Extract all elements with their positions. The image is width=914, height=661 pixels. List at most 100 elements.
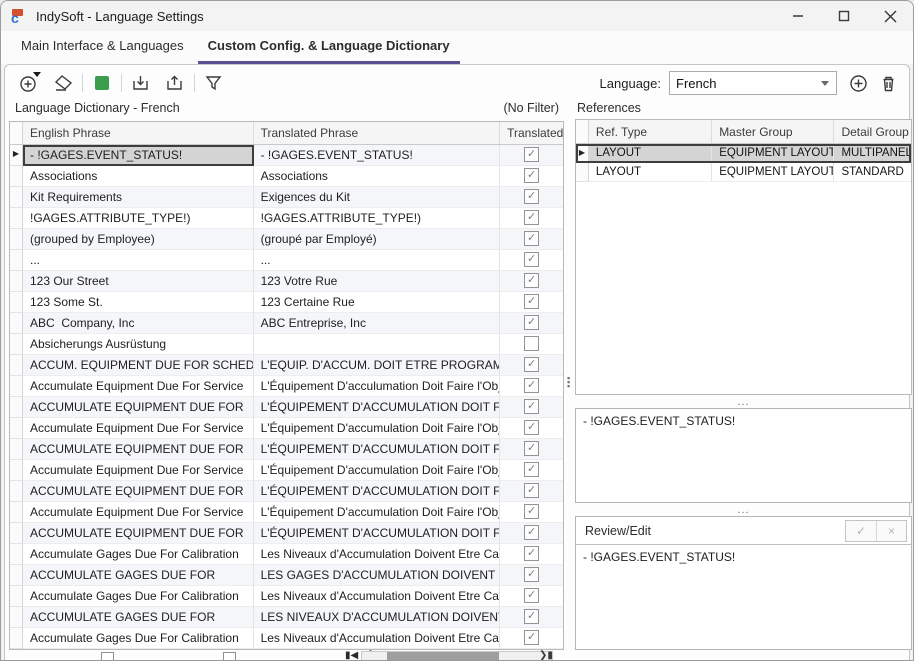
translated-phrase-cell[interactable]: (groupé par Employé) <box>254 229 501 250</box>
english-phrase-cell[interactable]: ACCUMULATE GAGES DUE FOR <box>23 607 254 628</box>
dictionary-row[interactable]: ABC Company, IncABC Entreprise, Inc✓ <box>10 313 563 334</box>
horizontal-splitter-bottom[interactable]: ... <box>575 503 912 516</box>
translated-checkbox[interactable]: ✓ <box>524 609 539 624</box>
translated-checkbox[interactable]: ✓ <box>524 378 539 393</box>
master-group-cell[interactable]: EQUIPMENT LAYOUTS <box>712 144 834 163</box>
filter-button[interactable] <box>202 71 226 95</box>
english-phrase-cell[interactable]: ACCUMULATE EQUIPMENT DUE FOR <box>23 523 254 544</box>
english-phrase-cell[interactable]: ... <box>23 250 254 271</box>
translated-phrase-cell[interactable]: !GAGES.ATTRIBUTE_TYPE!) <box>254 208 501 229</box>
dictionary-row[interactable]: Accumulate Gages Due For CalibrationLes … <box>10 586 563 607</box>
english-phrase-cell[interactable]: 123 Some St. <box>23 292 254 313</box>
translated-checkbox[interactable]: ✓ <box>524 525 539 540</box>
export-button[interactable] <box>163 71 187 95</box>
ref-type-cell[interactable]: LAYOUT <box>589 144 712 163</box>
review-accept-button[interactable]: ✓ <box>846 521 876 541</box>
dictionary-row[interactable]: Accumulate Gages Due For CalibrationLes … <box>10 544 563 565</box>
add-record-button[interactable] <box>17 71 41 95</box>
scroll-right-icon[interactable]: ❯▮ <box>539 650 553 660</box>
english-phrase-cell[interactable]: ABC Company, Inc <box>23 313 254 334</box>
translated-checkbox[interactable]: ✓ <box>524 399 539 414</box>
translated-checkbox[interactable]: ✓ <box>524 462 539 477</box>
vertical-splitter[interactable]: ▪▪▪ <box>565 121 575 651</box>
translated-phrase-cell[interactable]: L'ÉQUIPEMENT D'ACCUMULATION DOIT FAIRE L… <box>254 397 501 418</box>
tab-main-interface[interactable]: Main Interface & Languages <box>11 31 194 64</box>
english-phrase-cell[interactable]: Accumulate Gages Due For Calibration <box>23 628 254 649</box>
dictionary-row[interactable]: !GAGES.ATTRIBUTE_TYPE!)!GAGES.ATTRIBUTE_… <box>10 208 563 229</box>
english-phrase-cell[interactable]: Accumulate Gages Due For Calibration <box>23 586 254 607</box>
translated-checkbox[interactable]: ✓ <box>524 630 539 645</box>
translated-checkbox[interactable] <box>524 336 539 351</box>
dictionary-row[interactable]: ACCUMULATE EQUIPMENT DUE FORL'ÉQUIPEMENT… <box>10 523 563 544</box>
translated-phrase-cell[interactable]: - !GAGES.EVENT_STATUS! <box>254 145 501 166</box>
ref-type-cell[interactable]: LAYOUT <box>589 163 712 182</box>
tab-custom-config[interactable]: Custom Config. & Language Dictionary <box>198 31 460 64</box>
column-header-ref-type[interactable]: Ref. Type <box>589 120 712 143</box>
translated-phrase-cell[interactable]: L'ÉQUIPEMENT D'ACCUMULATION DOIT FAIRE L… <box>254 481 501 502</box>
column-header-english[interactable]: English Phrase <box>23 122 254 144</box>
english-phrase-cell[interactable]: - !GAGES.EVENT_STATUS! <box>23 145 254 166</box>
translated-checkbox[interactable]: ✓ <box>524 294 539 309</box>
dictionary-row[interactable]: 123 Our Street123 Votre Rue✓ <box>10 271 563 292</box>
translated-phrase-cell[interactable]: 123 Votre Rue <box>254 271 501 292</box>
eraser-button[interactable] <box>51 71 75 95</box>
translated-checkbox[interactable]: ✓ <box>524 546 539 561</box>
dictionary-row[interactable]: Accumulate Equipment Due For ServiceL'Éq… <box>10 460 563 481</box>
minimize-button[interactable] <box>775 1 821 31</box>
reference-row[interactable]: ▶LAYOUTEQUIPMENT LAYOUTSMULTIPANEL- <box>576 144 911 163</box>
translated-checkbox[interactable]: ✓ <box>524 420 539 435</box>
english-phrase-cell[interactable]: ACCUMULATE EQUIPMENT DUE FOR <box>23 481 254 502</box>
dictionary-row[interactable]: ACCUMULATE EQUIPMENT DUE FORL'ÉQUIPEMENT… <box>10 481 563 502</box>
dictionary-row[interactable]: ▶- !GAGES.EVENT_STATUS!- !GAGES.EVENT_ST… <box>10 145 563 166</box>
dictionary-row[interactable]: ACCUMULATE EQUIPMENT DUE FORL'ÉQUIPEMENT… <box>10 397 563 418</box>
master-group-cell[interactable]: EQUIPMENT LAYOUTS <box>712 163 834 182</box>
translated-phrase-cell[interactable]: LES NIVEAUX D'ACCUMULATION DOIVENT ETRE <box>254 607 501 628</box>
translated-phrase-cell[interactable]: L'EQUIP. D'ACCUM. DOIT ETRE PROGRAMMÉ <box>254 355 501 376</box>
reference-row[interactable]: LAYOUTEQUIPMENT LAYOUTSSTANDARD <box>576 163 911 182</box>
filter-row-checkbox[interactable] <box>101 652 114 660</box>
translated-checkbox[interactable]: ✓ <box>524 315 539 330</box>
close-button[interactable] <box>867 1 913 31</box>
translated-phrase-cell[interactable]: L'ÉQUIPEMENT D'ACCUMULATION DOIT FAIRE L… <box>254 439 501 460</box>
english-phrase-cell[interactable]: Accumulate Equipment Due For Service <box>23 502 254 523</box>
english-phrase-cell[interactable]: (grouped by Employee) <box>23 229 254 250</box>
english-phrase-cell[interactable]: Accumulate Equipment Due For Service <box>23 460 254 481</box>
filter-row-checkbox[interactable] <box>223 652 236 660</box>
review-cancel-button[interactable]: × <box>876 521 906 541</box>
filter-status[interactable]: (No Filter) <box>503 101 563 121</box>
translated-phrase-cell[interactable]: Les Niveaux d'Accumulation Doivent Etre … <box>254 586 501 607</box>
translated-phrase-cell[interactable]: L'Équipement D'accumulation Doit Faire l… <box>254 418 501 439</box>
translated-checkbox[interactable]: ✓ <box>524 210 539 225</box>
add-record-dropdown-icon[interactable] <box>33 72 41 77</box>
column-header-translated[interactable]: Translated <box>500 122 563 144</box>
dictionary-row[interactable]: ACCUMULATE GAGES DUE FORLES NIVEAUX D'AC… <box>10 607 563 628</box>
english-phrase-cell[interactable]: !GAGES.ATTRIBUTE_TYPE!) <box>23 208 254 229</box>
horizontal-scrollbar-thumb[interactable] <box>387 652 499 660</box>
english-phrase-cell[interactable]: ACCUMULATE EQUIPMENT DUE FOR <box>23 397 254 418</box>
translated-phrase-cell[interactable]: L'ÉQUIPEMENT D'ACCUMULATION DOIT FAIRE L… <box>254 523 501 544</box>
dictionary-row[interactable]: (grouped by Employee)(groupé par Employé… <box>10 229 563 250</box>
english-phrase-cell[interactable]: 123 Our Street <box>23 271 254 292</box>
maximize-button[interactable] <box>821 1 867 31</box>
column-header-master-group[interactable]: Master Group <box>712 120 834 143</box>
english-phrase-cell[interactable]: Kit Requirements <box>23 187 254 208</box>
translated-phrase-cell[interactable]: ... <box>254 250 501 271</box>
review-edit-textarea[interactable]: - !GAGES.EVENT_STATUS! <box>576 544 911 649</box>
translated-checkbox[interactable]: ✓ <box>524 441 539 456</box>
english-phrase-cell[interactable]: Accumulate Equipment Due For Service <box>23 418 254 439</box>
dictionary-row[interactable]: Accumulate Equipment Due For ServiceL'Éq… <box>10 376 563 397</box>
dictionary-row[interactable]: AssociationsAssociations✓ <box>10 166 563 187</box>
translated-phrase-cell[interactable]: L'Équipement D'accumulation Doit Faire l… <box>254 502 501 523</box>
column-header-translated-phrase[interactable]: Translated Phrase <box>254 122 501 144</box>
dictionary-row[interactable]: ACCUM. EQUIPMENT DUE FOR SCHEDULEL'EQUIP… <box>10 355 563 376</box>
translated-checkbox[interactable]: ✓ <box>524 588 539 603</box>
column-header-detail-group[interactable]: Detail Group <box>834 120 911 143</box>
detail-group-cell[interactable]: STANDARD <box>834 163 911 182</box>
translated-checkbox[interactable]: ✓ <box>524 147 539 162</box>
dictionary-row[interactable]: Absicherungs Ausrüstung <box>10 334 563 355</box>
translated-checkbox[interactable]: ✓ <box>524 483 539 498</box>
status-color-swatch[interactable] <box>90 71 114 95</box>
translated-phrase-cell[interactable]: Les Niveaux d'Accumulation Doivent Etre … <box>254 544 501 565</box>
english-phrase-cell[interactable]: Absicherungs Ausrüstung <box>23 334 254 355</box>
translated-checkbox[interactable]: ✓ <box>524 168 539 183</box>
